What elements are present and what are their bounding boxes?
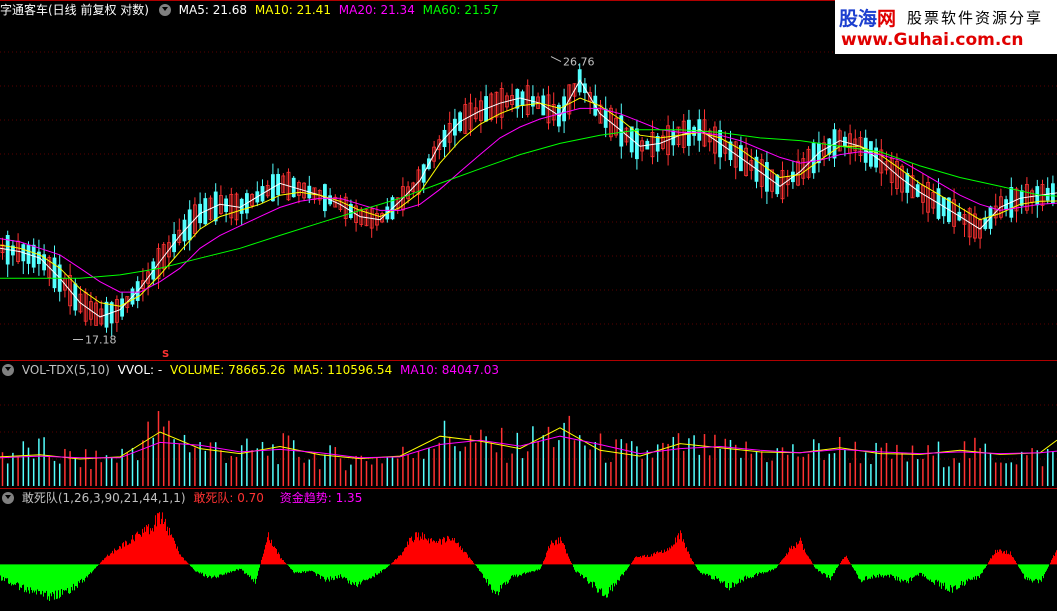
high-marker-pointer xyxy=(550,56,562,62)
low-price-label: 17.18 xyxy=(85,334,117,347)
high-price-label: 26.76 xyxy=(563,56,595,69)
vol-ma5-value: MA5: 110596.54 xyxy=(293,363,393,377)
watermark-url: www.Guhai.com.cn xyxy=(841,30,1024,50)
ma10-value: MA10: 21.41 xyxy=(254,3,331,17)
stock-chart-window: 26.76 17.18 S 字通客车(日线 前复权 对数) MA5: 21.68 M… xyxy=(0,0,1057,611)
signal-marker: S xyxy=(162,349,169,360)
ma5-value: MA5: 21.68 xyxy=(178,3,248,17)
ind-title: 敢死队(1,26,3,90,21,44,1,1) xyxy=(21,491,186,505)
vol-title: VOL-TDX(5,10) xyxy=(21,363,110,377)
watermark-brand: 股海网 xyxy=(839,8,897,30)
zjqs-value: 资金趋势: 1.35 xyxy=(279,491,363,505)
ma60-value: MA60: 21.57 xyxy=(422,3,499,17)
main-legend: 字通客车(日线 前复权 对数) MA5: 21.68 MA10: 21.41 M… xyxy=(0,1,503,19)
gsd-value: 敢死队: 0.70 xyxy=(193,491,264,505)
main-title: 字通客车(日线 前复权 对数) xyxy=(0,3,149,17)
chart-canvas[interactable]: 26.76 17.18 S xyxy=(0,0,1057,611)
volume-value: VOLUME: 78665.26 xyxy=(170,363,286,377)
vol-ma10-value: MA10: 84047.03 xyxy=(400,363,499,377)
ind-settings-toggle-icon[interactable] xyxy=(2,491,14,504)
indicator-legend: 敢死队(1,26,3,90,21,44,1,1) 敢死队: 0.70 资金趋势:… xyxy=(0,489,366,507)
guhai-watermark: 股海网 股票软件资源分享 www.Guhai.com.cn xyxy=(835,0,1057,54)
vol-legend: VOL-TDX(5,10) VVOL: - VOLUME: 78665.26 M… xyxy=(0,361,503,379)
vvol-value: VVOL: - xyxy=(117,363,163,377)
vol-settings-toggle-icon[interactable] xyxy=(2,363,14,376)
main-settings-toggle-icon[interactable] xyxy=(158,3,171,16)
watermark-slogan: 股票软件资源分享 xyxy=(907,9,1044,27)
ma20-value: MA20: 21.34 xyxy=(338,3,415,17)
